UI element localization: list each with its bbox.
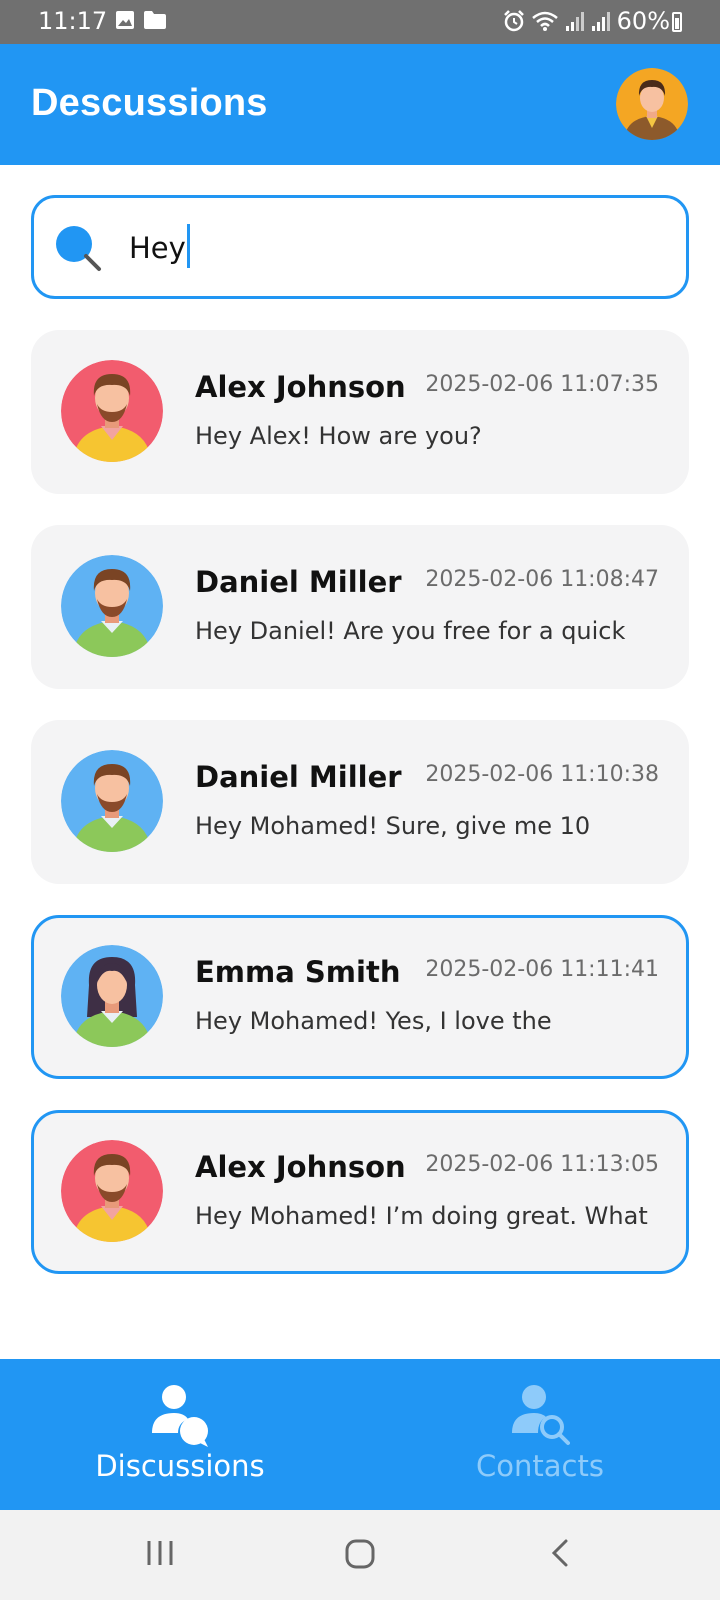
search-value: Hey <box>129 231 186 265</box>
contacts-search-icon <box>512 1385 570 1445</box>
alex-avatar-icon <box>61 1140 163 1242</box>
discussions-icon <box>152 1385 208 1447</box>
alex-avatar-icon <box>61 360 163 462</box>
chat-name: Alex Johnson <box>195 1150 406 1184</box>
recent-apps-icon[interactable] <box>145 1538 175 1568</box>
chat-name: Alex Johnson <box>195 370 406 404</box>
tab-discussions[interactable]: Discussions <box>0 1359 360 1510</box>
app-bar: Descussions <box>0 44 720 165</box>
text-caret <box>186 224 190 268</box>
daniel-avatar-icon <box>61 750 163 852</box>
avatar <box>61 945 163 1047</box>
search-icon <box>56 226 101 271</box>
image-icon <box>116 11 134 29</box>
avatar <box>61 360 163 462</box>
avatar <box>61 555 163 657</box>
system-nav-bar <box>0 1510 720 1600</box>
chat-item[interactable]: Alex Johnson 2025-02-06 11:13:05 Hey Moh… <box>31 1110 689 1274</box>
tab-contacts[interactable]: Contacts <box>360 1359 720 1510</box>
status-time: 11:17 <box>38 7 108 35</box>
chat-item[interactable]: Alex Johnson 2025-02-06 11:07:35 Hey Ale… <box>31 330 689 494</box>
chat-item[interactable]: Daniel Miller 2025-02-06 11:08:47 Hey Da… <box>31 525 689 689</box>
tab-label: Discussions <box>95 1449 265 1483</box>
chat-timestamp: 2025-02-06 11:07:35 <box>425 372 659 397</box>
chat-preview: Hey Mohamed! Sure, give me 10 <box>195 812 591 840</box>
status-bar: 11:17 60% <box>0 0 720 44</box>
avatar <box>61 750 163 852</box>
chat-name: Daniel Miller <box>195 760 402 794</box>
daniel-avatar-icon <box>61 555 163 657</box>
profile-avatar[interactable] <box>616 68 688 140</box>
avatar <box>61 1140 163 1242</box>
chat-timestamp: 2025-02-06 11:10:38 <box>425 762 659 787</box>
chat-name: Emma Smith <box>195 955 401 989</box>
search-bar[interactable]: Hey <box>31 195 689 299</box>
chat-preview: Hey Daniel! Are you free for a quick <box>195 617 626 645</box>
chat-timestamp: 2025-02-06 11:08:47 <box>425 567 659 592</box>
emma-avatar-icon <box>61 945 163 1047</box>
signal-icon <box>565 12 584 31</box>
wifi-icon <box>531 11 558 31</box>
alarm-icon <box>503 10 524 32</box>
avatar <box>616 68 688 140</box>
chat-preview: Hey Mohamed! Yes, I love the <box>195 1007 552 1035</box>
signal-icon-2 <box>591 12 610 31</box>
page-title: Descussions <box>31 82 268 124</box>
chat-preview: Hey Mohamed! I’m doing great. What <box>195 1202 648 1230</box>
back-icon[interactable] <box>548 1538 572 1568</box>
search-input[interactable]: Hey <box>129 224 190 272</box>
battery-icon <box>672 12 682 32</box>
chat-timestamp: 2025-02-06 11:13:05 <box>425 1152 659 1177</box>
chat-name: Daniel Miller <box>195 565 402 599</box>
bottom-nav: Discussions Contacts <box>0 1359 720 1510</box>
chat-item[interactable]: Emma Smith 2025-02-06 11:11:41 Hey Moham… <box>31 915 689 1079</box>
tab-label: Contacts <box>476 1449 604 1483</box>
chat-timestamp: 2025-02-06 11:11:41 <box>425 957 659 982</box>
chat-preview: Hey Alex! How are you? <box>195 422 482 450</box>
battery-percent: 60% <box>616 7 670 35</box>
folder-icon <box>144 11 166 29</box>
chat-item[interactable]: Daniel Miller 2025-02-06 11:10:38 Hey Mo… <box>31 720 689 884</box>
home-icon[interactable] <box>344 1538 376 1570</box>
